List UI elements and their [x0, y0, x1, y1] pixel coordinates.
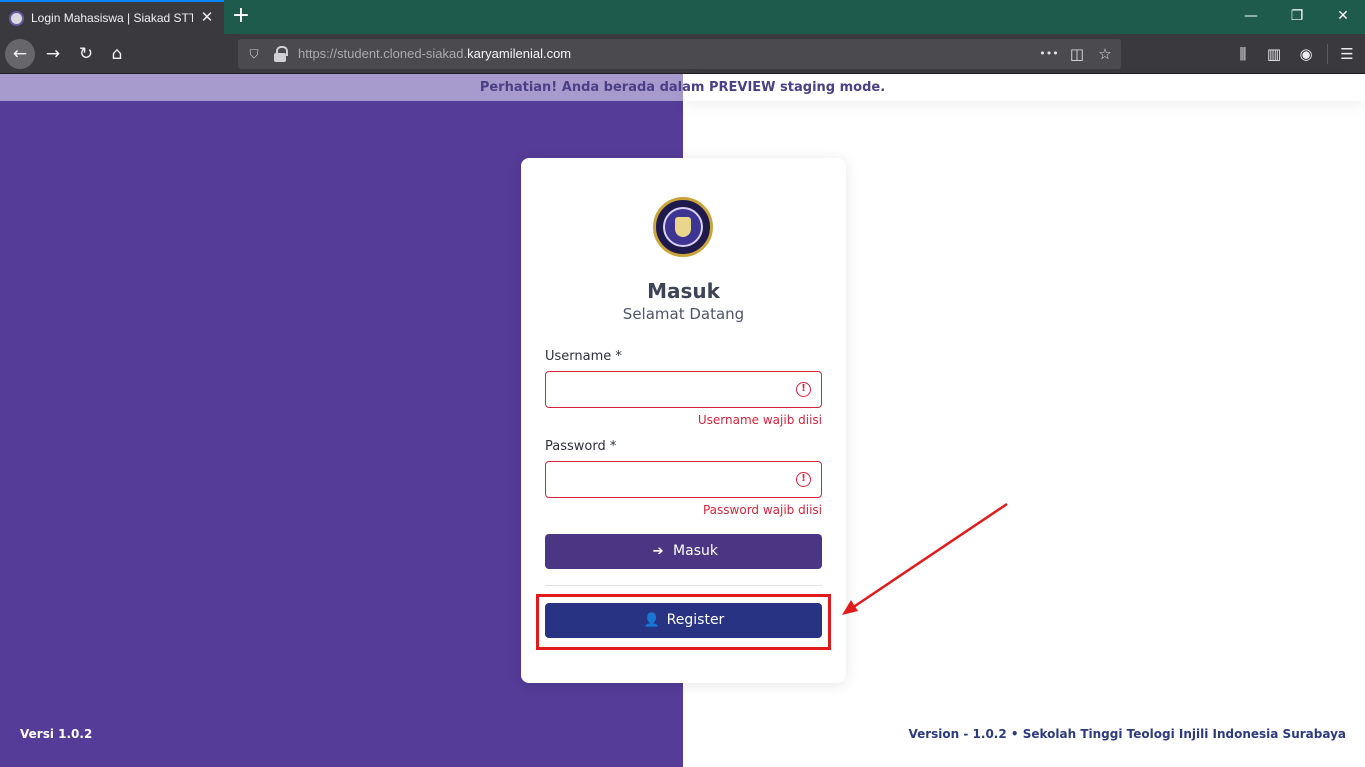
login-button-label: Masuk — [673, 543, 718, 559]
reload-icon[interactable]: ↻ — [71, 39, 101, 69]
username-label: Username * — [545, 349, 622, 364]
browser-tab-active[interactable]: Login Mahasiswa | Siakad STTII ✕ — [0, 0, 224, 34]
sign-in-icon: ➔ — [652, 544, 664, 559]
tab-title: Login Mahasiswa | Siakad STTII — [31, 11, 193, 25]
hamburger-menu-icon[interactable]: ☰ — [1337, 44, 1357, 64]
logo-inner-ring — [663, 207, 703, 247]
username-input[interactable] — [545, 371, 822, 408]
sidebar-icon[interactable]: ▥ — [1264, 44, 1284, 64]
back-arrow-icon[interactable]: ← — [5, 39, 35, 69]
url-path: https://student.cloned-siakad. — [298, 46, 468, 61]
browser-nav-bar: ← → ↻ ⌂ ⛉ https://student.cloned-siakad.… — [0, 34, 1365, 74]
version-footer-right: Version - 1.0.2 • Sekolah Tinggi Teologi… — [908, 727, 1346, 741]
register-highlight-annotation — [536, 594, 831, 650]
pocket-icon[interactable]: ◫ — [1067, 44, 1087, 64]
password-error-icon: ! — [796, 472, 811, 487]
page-content: Perhatian! Anda berada dalam PREVIEW sta… — [0, 74, 1365, 767]
restore-window-icon[interactable]: ❐ — [1287, 6, 1307, 26]
bookmark-star-icon[interactable]: ☆ — [1095, 44, 1115, 64]
library-icon[interactable]: ⫼ — [1233, 44, 1253, 64]
address-bar[interactable]: ⛉ https://student.cloned-siakad.karyamil… — [238, 39, 1121, 69]
forward-arrow-icon[interactable]: → — [38, 39, 68, 69]
username-error-text: Username wajib diisi — [697, 413, 822, 427]
logo-emblem — [675, 217, 691, 237]
password-label: Password * — [545, 439, 617, 454]
minimize-window-icon[interactable]: — — [1241, 6, 1261, 26]
login-title: Masuk — [647, 279, 720, 303]
url-host: karyamilenial.com — [467, 46, 572, 61]
home-icon[interactable]: ⌂ — [102, 39, 132, 69]
toolbar-divider — [1327, 44, 1328, 64]
version-footer-left: Versi 1.0.2 — [20, 727, 93, 741]
close-window-icon[interactable]: ✕ — [1333, 6, 1353, 26]
tracking-shield-icon[interactable]: ⛉ — [247, 46, 261, 62]
page-actions-icon[interactable]: ••• — [1039, 44, 1059, 64]
close-tab-icon[interactable]: ✕ — [199, 9, 215, 27]
lock-icon[interactable] — [274, 46, 288, 62]
new-tab-icon[interactable]: + — [230, 4, 252, 28]
login-subtitle: Selamat Datang — [622, 305, 745, 323]
url-text[interactable]: https://student.cloned-siakad.karyamilen… — [298, 46, 571, 61]
username-error-icon: ! — [796, 382, 811, 397]
preview-banner: Perhatian! Anda berada dalam PREVIEW sta… — [0, 74, 1365, 101]
form-divider — [545, 585, 822, 586]
login-button[interactable]: ➔ Masuk — [545, 534, 822, 569]
account-icon[interactable]: ◉ — [1296, 44, 1316, 64]
password-error-text: Password wajib diisi — [702, 503, 822, 517]
institution-logo-icon — [653, 197, 713, 257]
browser-tab-bar: Login Mahasiswa | Siakad STTII ✕ + — ❐ ✕ — [0, 0, 1365, 34]
password-input[interactable] — [545, 461, 822, 498]
preview-banner-text: Perhatian! Anda berada dalam PREVIEW sta… — [479, 80, 886, 95]
site-favicon-icon — [9, 11, 24, 26]
